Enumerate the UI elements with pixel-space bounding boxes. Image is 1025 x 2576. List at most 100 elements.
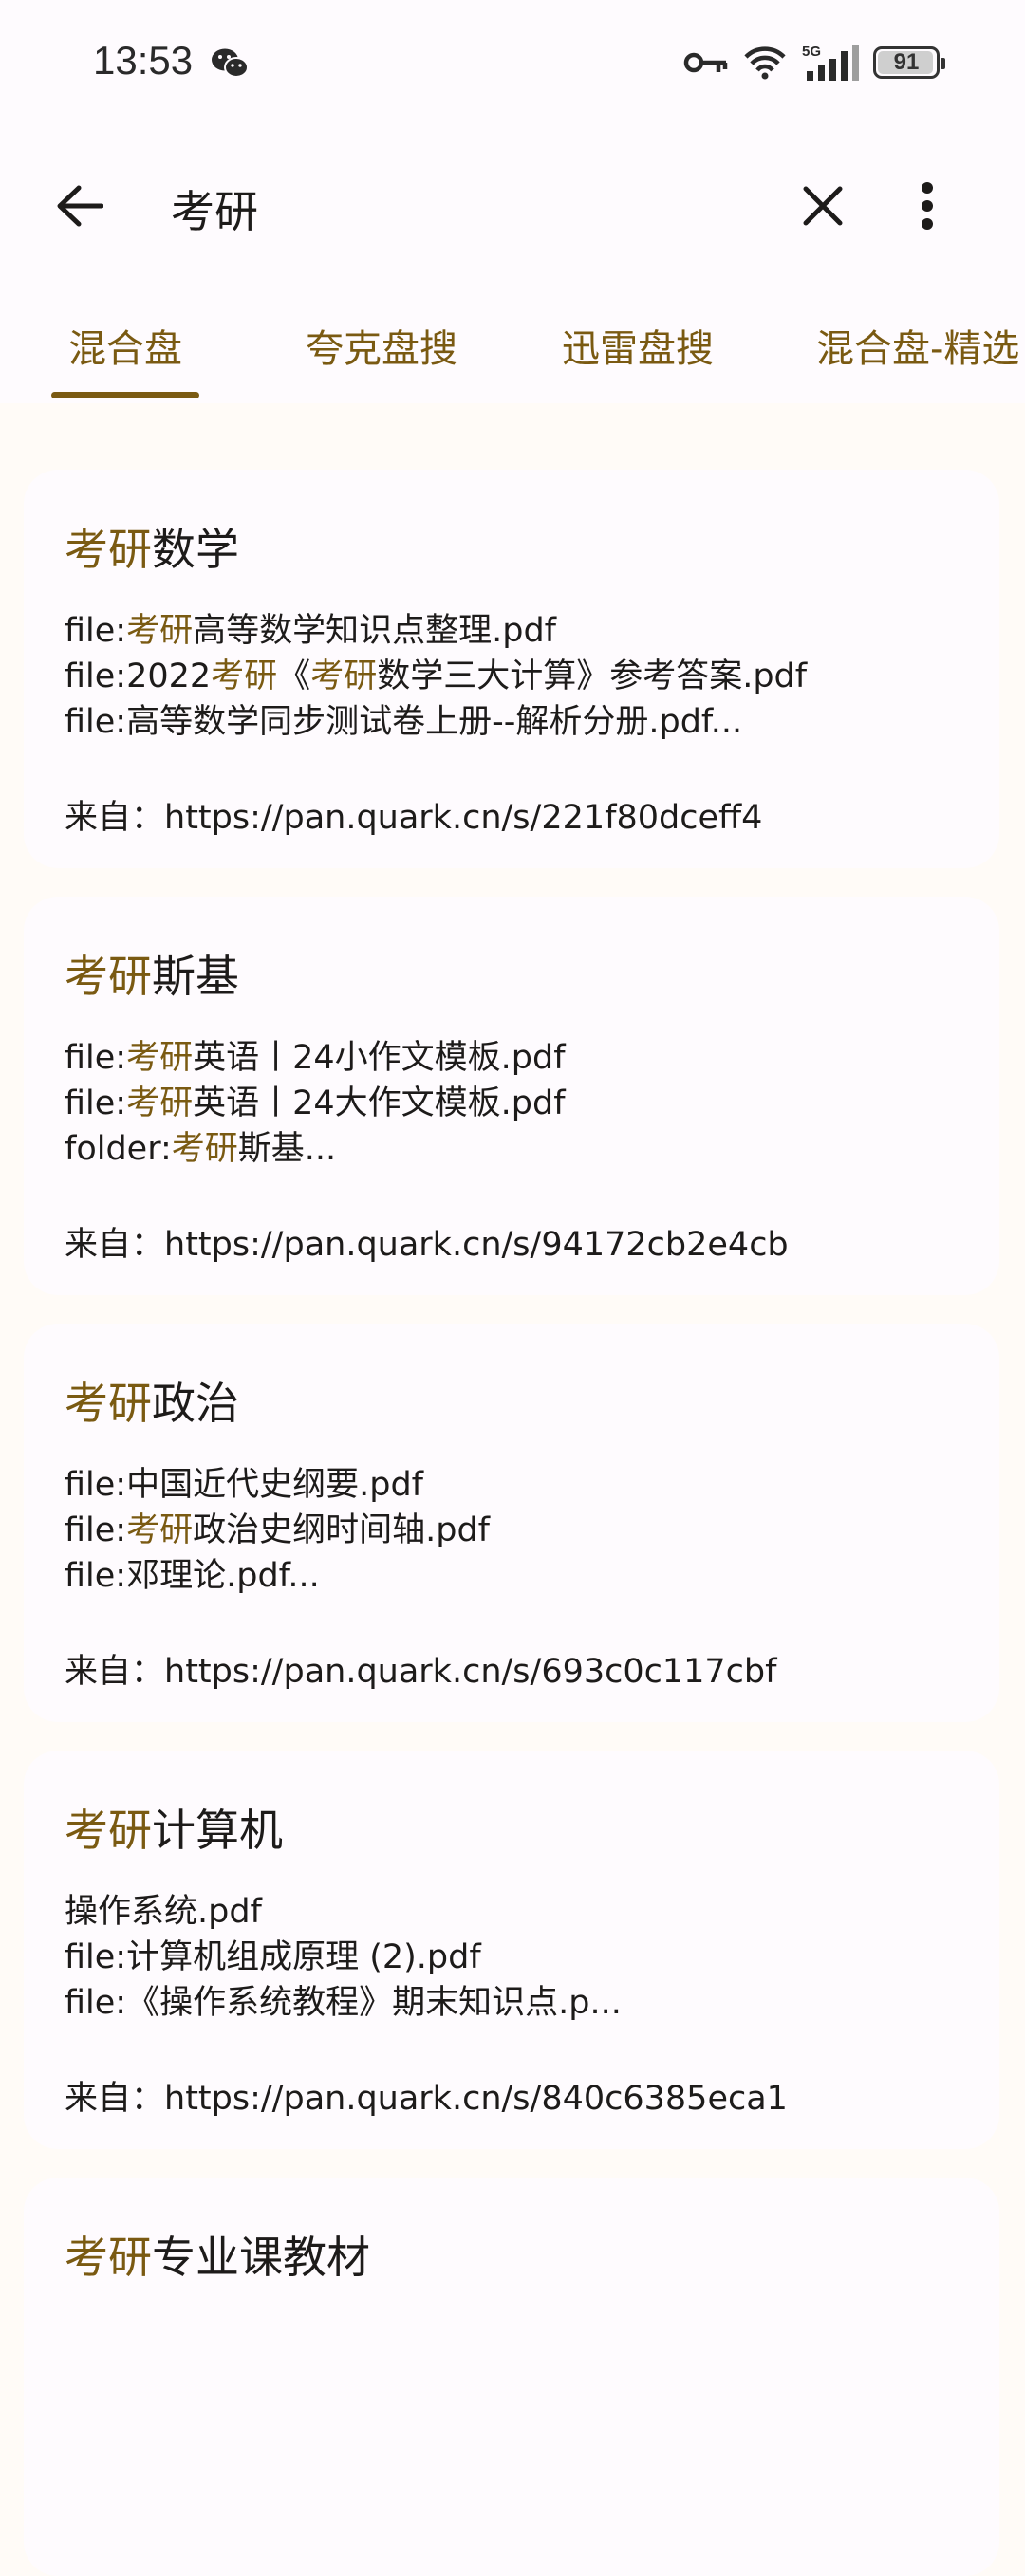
file-text: file: [65,1511,127,1549]
result-source: 来自：https://pan.quark.cn/s/94172cb2e4cb [65,1217,789,1266]
file-text: 斯基... [237,1130,337,1168]
network-type-label: 5G [802,44,821,60]
file-text: 操作系统.pdf [65,1893,262,1931]
title-highlight: 考研 [65,1805,152,1856]
result-title: 考研专业课教材 [65,2223,370,2286]
5g-signal-icon: 5G [802,44,859,81]
source-label: 来自： [65,1226,165,1264]
back-button[interactable] [49,176,110,236]
file-line: folder:考研斯基... [65,1126,566,1172]
result-card[interactable]: 考研斯基 file:考研英语丨24小作文模板.pdf file:考研英语丨24大作文… [24,897,999,1295]
result-title: 考研数学 [65,515,239,578]
title-highlight: 考研 [65,1378,152,1429]
status-time: 13:53 [93,38,194,83]
file-text: file:《操作系统教程》期末知识点.p... [65,1984,622,2022]
result-file-list: file:考研高等数学知识点整理.pdf file:2022考研《考研数学三大计算… [65,608,807,745]
file-text: 英语丨24小作文模板.pdf [193,1039,566,1077]
more-options-button[interactable] [897,176,958,236]
file-line: file:考研政治史纲时间轴.pdf [65,1508,490,1553]
keyword-highlight: 考研 [126,1039,194,1077]
result-card[interactable]: 考研政治 file:中国近代史纲要.pdf file:考研政治史纲时间轴.pdf fi… [24,1324,999,1722]
search-query-input[interactable]: 考研 [171,177,258,240]
tab-label: 迅雷盘搜 [562,327,714,371]
file-text: file:高等数学同步测试卷上册--解析分册.pdf... [65,703,743,741]
tab-label: 混合盘 [68,327,182,371]
file-line: file:2022考研《考研数学三大计算》参考答案.pdf [65,654,807,699]
keyword-highlight: 考研 [126,1084,194,1122]
file-text: file:2022 [65,658,212,695]
title-rest: 数学 [152,524,239,575]
file-text: file: [65,612,127,650]
result-file-list: file:考研英语丨24小作文模板.pdf file:考研英语丨24大作文模板.p… [65,1035,566,1172]
file-text: 高等数学知识点整理.pdf [193,612,557,650]
file-text: file:计算机组成原理 (2).pdf [65,1938,481,1976]
result-file-list: 操作系统.pdf file:计算机组成原理 (2).pdf file:《操作系统教程… [65,1889,622,2026]
file-text: file: [65,1084,127,1122]
file-line: file:考研英语丨24小作文模板.pdf [65,1035,566,1081]
more-vert-icon [922,182,933,230]
battery-level: 91 [893,49,920,75]
result-source: 来自：https://pan.quark.cn/s/693c0c117cbf [65,1644,776,1693]
file-text: file: [65,1039,127,1077]
result-file-list: file:中国近代史纲要.pdf file:考研政治史纲时间轴.pdf file:邓… [65,1462,490,1599]
wechat-icon [212,48,249,78]
source-link[interactable]: https://pan.quark.cn/s/840c6385eca1 [164,2080,788,2118]
file-line: file:高等数学同步测试卷上册--解析分册.pdf... [65,699,807,745]
title-rest: 计算机 [152,1805,283,1856]
file-line: file:邓理论.pdf... [65,1553,490,1599]
result-card[interactable]: 考研计算机操作系统.pdf file:计算机组成原理 (2).pdf file:《操… [24,1751,999,2149]
result-card[interactable]: 考研专业课教材 [24,2178,999,2576]
file-text: 《 [277,658,311,695]
file-line: file:《操作系统教程》期末知识点.p... [65,1980,622,2026]
search-app-bar: 考研 混合盘 夸克盘搜 迅雷盘搜 混合盘-精选 [0,128,1025,403]
title-rest: 政治 [152,1378,239,1429]
file-line: file:中国近代史纲要.pdf [65,1462,490,1508]
tab-indicator [51,392,199,398]
source-link[interactable]: https://pan.quark.cn/s/693c0c117cbf [164,1653,776,1691]
clear-search-button[interactable] [792,176,853,236]
result-source: 来自：https://pan.quark.cn/s/840c6385eca1 [65,2071,788,2120]
close-icon [803,186,843,226]
source-label: 来自： [65,1653,165,1691]
result-title: 考研政治 [65,1369,239,1432]
tab-quark[interactable]: 夸克盘搜 [306,318,457,403]
keyword-highlight: 考研 [211,658,278,695]
tab-xunlei[interactable]: 迅雷盘搜 [562,318,714,403]
source-label: 来自： [65,2080,165,2118]
file-line: file:计算机组成原理 (2).pdf [65,1935,622,1980]
file-text: 政治史纲时间轴.pdf [193,1511,491,1549]
key-icon [683,52,728,73]
file-line: file:考研高等数学知识点整理.pdf [65,608,807,654]
title-highlight: 考研 [65,951,152,1002]
file-text: file:中国近代史纲要.pdf [65,1466,423,1504]
keyword-highlight: 考研 [126,1511,194,1549]
status-bar: 13:53 5G 91 [0,0,1025,128]
title-highlight: 考研 [65,524,152,575]
file-line: 操作系统.pdf [65,1889,622,1935]
title-rest: 斯基 [152,951,239,1002]
tab-label: 混合盘-精选 [816,327,1020,371]
wifi-icon [744,46,786,80]
file-text: folder: [65,1130,172,1168]
result-title: 考研计算机 [65,1796,283,1859]
tab-mixed-featured[interactable]: 混合盘-精选 [816,318,1019,403]
keyword-highlight: 考研 [126,612,194,650]
file-text: 英语丨24大作文模板.pdf [193,1084,566,1122]
result-source: 来自：https://pan.quark.cn/s/221f80dceff4 [65,790,762,839]
source-tabs: 混合盘 夸克盘搜 迅雷盘搜 混合盘-精选 [0,318,1025,403]
keyword-highlight: 考研 [171,1130,238,1168]
keyword-highlight: 考研 [310,658,378,695]
title-rest: 专业课教材 [152,2232,370,2283]
source-label: 来自： [65,799,165,837]
result-card[interactable]: 考研数学 file:考研高等数学知识点整理.pdf file:2022考研《考研数学… [24,470,999,868]
source-link[interactable]: https://pan.quark.cn/s/94172cb2e4cb [164,1226,789,1264]
title-highlight: 考研 [65,2232,152,2283]
file-text: 数学三大计算》参考答案.pdf [377,658,808,695]
file-text: file:邓理论.pdf... [65,1557,320,1595]
source-link[interactable]: https://pan.quark.cn/s/221f80dceff4 [164,799,762,837]
result-title: 考研斯基 [65,942,239,1005]
tab-label: 夸克盘搜 [306,327,457,371]
battery-icon: 91 [873,46,945,79]
back-arrow-icon [57,185,103,227]
tab-mixed[interactable]: 混合盘 [51,318,199,403]
